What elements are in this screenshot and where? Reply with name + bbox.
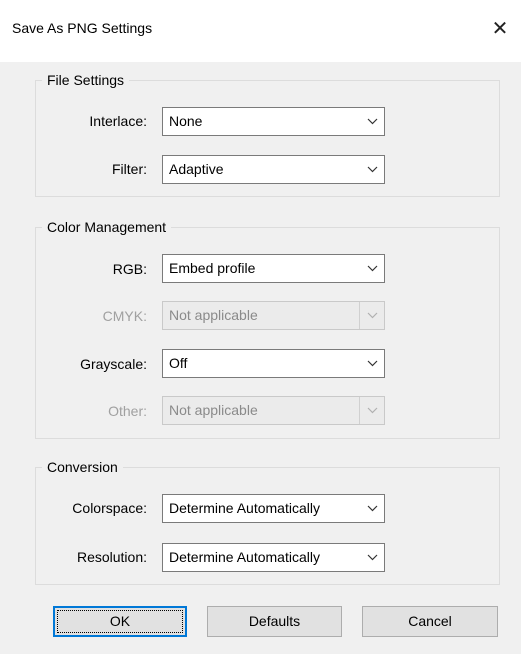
chevron-down-icon[interactable] xyxy=(360,495,384,522)
grayscale-label: Grayscale: xyxy=(80,356,147,372)
conversion-legend: Conversion xyxy=(42,457,123,477)
rgb-select[interactable]: Embed profile xyxy=(162,254,385,283)
chevron-down-icon[interactable] xyxy=(360,544,384,571)
chevron-down-icon[interactable] xyxy=(360,108,384,135)
chevron-down-icon[interactable] xyxy=(360,350,384,377)
other-select: Not applicable xyxy=(162,396,385,425)
resolution-label: Resolution: xyxy=(76,549,147,565)
chevron-down-icon xyxy=(359,397,384,424)
filter-select[interactable]: Adaptive xyxy=(162,155,385,184)
focus-rect xyxy=(57,610,183,633)
window-title: Save As PNG Settings xyxy=(12,20,153,36)
rgb-value: Embed profile xyxy=(169,260,256,276)
chevron-down-icon[interactable] xyxy=(360,156,384,183)
ok-button[interactable]: OK xyxy=(53,606,187,637)
filter-value: Adaptive xyxy=(169,161,224,177)
rgb-label: RGB: xyxy=(112,261,147,277)
interlace-value: None xyxy=(169,113,203,129)
cmyk-label: CMYK: xyxy=(102,308,147,324)
other-label: Other: xyxy=(108,403,147,419)
other-value: Not applicable xyxy=(169,402,258,418)
colorspace-label: Colorspace: xyxy=(72,500,147,516)
chevron-down-icon[interactable] xyxy=(360,255,384,282)
close-icon[interactable]: ✕ xyxy=(485,13,515,43)
interlace-select[interactable]: None xyxy=(162,107,385,136)
resolution-value: Determine Automatically xyxy=(169,549,320,565)
grayscale-select[interactable]: Off xyxy=(162,349,385,378)
cancel-button[interactable]: Cancel xyxy=(362,606,498,637)
defaults-button[interactable]: Defaults xyxy=(207,606,342,637)
filter-label: Filter: xyxy=(112,161,147,177)
cmyk-select: Not applicable xyxy=(162,301,385,330)
color-management-legend: Color Management xyxy=(42,217,172,237)
file-settings-legend: File Settings xyxy=(42,70,130,90)
interlace-label: Interlace: xyxy=(89,113,147,129)
chevron-down-icon xyxy=(359,302,384,329)
cmyk-value: Not applicable xyxy=(169,307,258,323)
defaults-button-label: Defaults xyxy=(248,613,301,629)
colorspace-value: Determine Automatically xyxy=(169,500,320,516)
colorspace-select[interactable]: Determine Automatically xyxy=(162,494,385,523)
cancel-button-label: Cancel xyxy=(408,613,452,629)
resolution-select[interactable]: Determine Automatically xyxy=(162,543,385,572)
title-bar: Save As PNG Settings ✕ xyxy=(0,0,521,62)
grayscale-value: Off xyxy=(169,355,188,371)
